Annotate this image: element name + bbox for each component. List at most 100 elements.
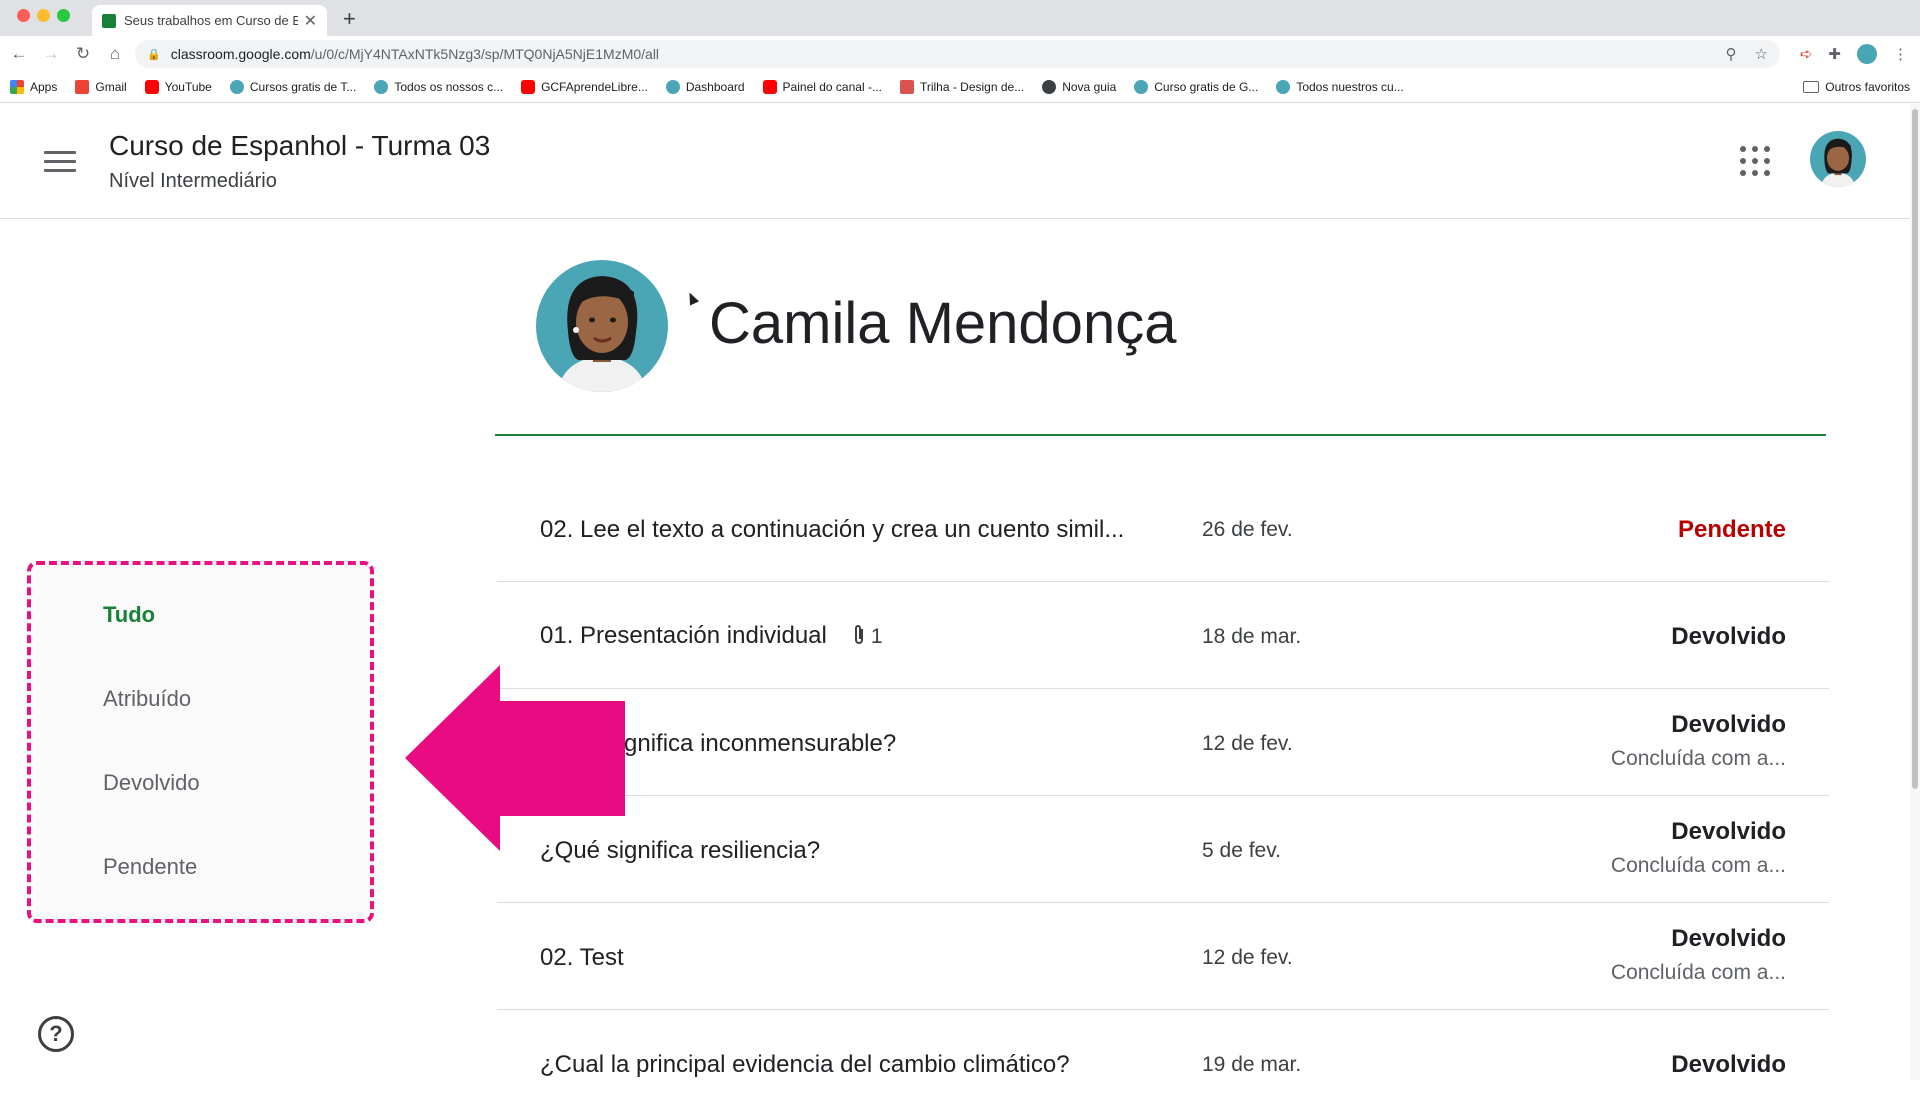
close-tab-icon[interactable]: ✕ — [304, 11, 317, 31]
youtube-icon — [762, 80, 777, 94]
bookmark-item[interactable]: Cursos gratis de T... — [229, 80, 356, 94]
close-window-button[interactable] — [17, 9, 30, 22]
profile-avatar[interactable] — [1857, 44, 1877, 64]
assignment-date: 5 de fev. — [1202, 839, 1281, 862]
extension-icon[interactable]: ➪ — [1800, 45, 1813, 63]
assignment-title: 02. Lee el texto a continuación y crea u… — [540, 516, 1125, 543]
bookmark-label: Painel do canal -... — [782, 80, 882, 94]
url-domain: classroom.google.com — [170, 46, 311, 62]
assignment-row[interactable]: ¿Qué significa inconmensurable? 12 de fe… — [497, 689, 1829, 796]
puzzle-icon[interactable]: ✚ — [1828, 45, 1841, 63]
section-divider — [495, 434, 1826, 436]
assignment-substatus: Concluída com a... — [1610, 854, 1786, 877]
attachment-count: 1 — [851, 624, 883, 649]
assignment-row[interactable]: ¿Cual la principal evidencia del cambio … — [497, 1010, 1829, 1117]
gmail-icon — [75, 80, 90, 94]
youtube-icon — [144, 80, 159, 94]
globe-icon — [1042, 80, 1057, 94]
status-filter-menu: Tudo Atribuído Devolvido Pendente — [27, 561, 374, 923]
bookmark-label: Nova guia — [1062, 80, 1117, 94]
reload-icon[interactable]: ↻ — [67, 44, 99, 64]
lock-icon: 🔒 — [147, 48, 161, 61]
youtube-icon — [521, 80, 536, 94]
assignment-status: Devolvido — [1671, 818, 1786, 845]
student-avatar — [536, 260, 668, 392]
assignment-row[interactable]: 01. Presentación individual 1 18 de mar. … — [497, 582, 1829, 689]
maximize-window-button[interactable] — [57, 9, 70, 22]
course-subtitle: Nível Intermediário — [109, 170, 277, 192]
browser-toolbar: ← → ↻ ⌂ 🔒 classroom.google.com/u/0/c/MjY… — [0, 36, 1920, 72]
assignment-substatus: Concluída com a... — [1610, 747, 1786, 770]
trilha-icon — [899, 80, 914, 94]
assignment-date: 19 de mar. — [1202, 1053, 1302, 1076]
gcf-icon — [229, 80, 244, 94]
classroom-icon — [102, 13, 116, 28]
gcf-icon — [665, 80, 680, 94]
menu-kebab-icon[interactable]: ⋮ — [1893, 45, 1908, 63]
paperclip-icon — [854, 625, 863, 644]
folder-icon — [1803, 81, 1820, 93]
filter-all[interactable]: Tudo — [103, 602, 155, 628]
assignment-date: 12 de fev. — [1202, 732, 1293, 755]
account-avatar[interactable] — [1810, 131, 1866, 187]
assignment-substatus: Concluída com a... — [1610, 961, 1786, 984]
back-icon[interactable]: ← — [3, 44, 35, 64]
filter-pending[interactable]: Pendente — [103, 854, 197, 880]
assignment-status: Devolvido — [1671, 623, 1786, 650]
assignment-date: 12 de fev. — [1202, 946, 1293, 969]
assignment-status: Devolvido — [1671, 1051, 1786, 1078]
new-tab-icon[interactable]: + — [343, 6, 356, 32]
apps-icon — [10, 80, 24, 94]
bookmark-label: YouTube — [164, 80, 212, 94]
zoom-icon[interactable]: ⚲ — [1726, 45, 1737, 63]
course-title[interactable]: Curso de Espanhol - Turma 03 — [109, 130, 490, 162]
assignment-title: ¿Cual la principal evidencia del cambio … — [540, 1051, 1070, 1078]
minimize-window-button[interactable] — [37, 9, 50, 22]
bookmark-label: Trilha - Design de... — [919, 80, 1025, 94]
other-bookmarks[interactable]: Outros favoritos — [1803, 80, 1910, 94]
bookmark-item[interactable]: Dashboard — [665, 80, 745, 94]
gcf-icon — [374, 80, 389, 94]
gcf-icon — [1276, 80, 1291, 94]
bookmark-item[interactable]: Gmail — [75, 80, 127, 94]
filter-returned[interactable]: Devolvido — [103, 770, 200, 796]
home-icon[interactable]: ⌂ — [99, 44, 131, 64]
bookmark-label: Gmail — [95, 80, 127, 94]
assignment-status: Devolvido — [1671, 711, 1786, 738]
bookmark-item[interactable]: YouTube — [144, 80, 212, 94]
bookmark-star-icon[interactable]: ☆ — [1755, 45, 1768, 63]
page-scrollbar[interactable] — [1910, 104, 1920, 1080]
bookmark-item[interactable]: Apps — [10, 80, 57, 94]
google-apps-icon[interactable] — [1740, 146, 1770, 176]
bookmark-item[interactable]: Nova guia — [1042, 80, 1116, 94]
highlight-arrow-icon — [405, 665, 625, 851]
app-header: Curso de Espanhol - Turma 03 Nível Inter… — [0, 104, 1910, 219]
assignment-row[interactable]: ¿Qué significa resiliencia? 5 de fev. De… — [497, 796, 1829, 903]
assignment-status: Pendente — [1677, 516, 1786, 543]
assignment-date: 26 de fev. — [1202, 518, 1293, 541]
address-bar[interactable]: 🔒 classroom.google.com/u/0/c/MjY4NTAxNTk… — [135, 40, 1780, 68]
bookmark-item[interactable]: Painel do canal -... — [762, 80, 882, 94]
assignment-row[interactable]: 02. Lee el texto a continuación y crea u… — [497, 475, 1829, 582]
bookmark-label: Todos os nossos c... — [394, 80, 504, 94]
attachment-count-value: 1 — [870, 625, 883, 648]
bookmark-item[interactable]: Todos nuestros cu... — [1276, 80, 1404, 94]
hamburger-menu-icon[interactable] — [44, 151, 76, 178]
bookmark-item[interactable]: Trilha - Design de... — [899, 80, 1025, 94]
mouse-cursor-icon — [684, 290, 700, 306]
help-icon[interactable]: ? — [38, 1016, 74, 1052]
bookmark-label: Curso gratis de G... — [1154, 80, 1259, 94]
assignment-row[interactable]: 02. Test 12 de fev. Devolvido Concluída … — [497, 903, 1829, 1010]
forward-icon[interactable]: → — [35, 44, 67, 64]
bookmark-item[interactable]: GCFAprendeLibre... — [521, 80, 648, 94]
assignment-title: 01. Presentación individual — [540, 622, 827, 649]
bookmark-label: Todos nuestros cu... — [1296, 80, 1404, 94]
student-name: Camila Mendonça — [709, 291, 1177, 356]
browser-tab[interactable]: Seus trabalhos em Curso de Espanhol ✕ — [92, 5, 327, 36]
assignment-title-group: 01. Presentación individual 1 — [540, 622, 883, 650]
url-path: /u/0/c/MjY4NTAxNTk5Nzg3/sp/MTQ0NjA5NjE1M… — [310, 46, 660, 62]
bookmark-item[interactable]: Todos os nossos c... — [374, 80, 503, 94]
tab-title: Seus trabalhos em Curso de Espanhol — [124, 13, 298, 28]
bookmark-item[interactable]: Curso gratis de G... — [1134, 80, 1258, 94]
filter-assigned[interactable]: Atribuído — [103, 686, 191, 712]
